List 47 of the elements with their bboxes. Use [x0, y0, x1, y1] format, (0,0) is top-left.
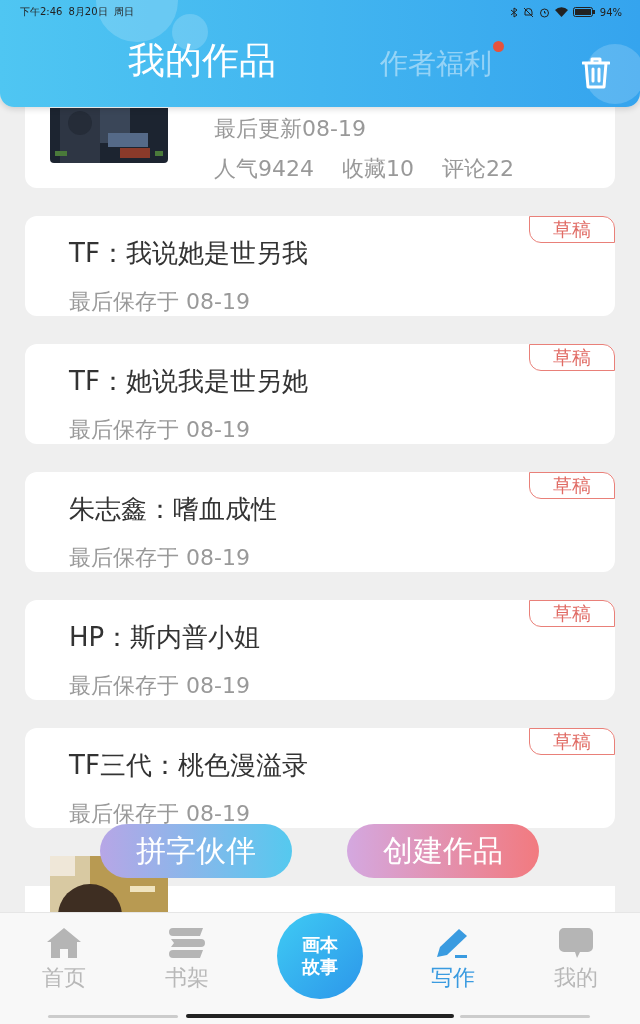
bubble-decoration: [585, 44, 640, 104]
draft-title: HP：斯内普小姐: [69, 621, 262, 654]
draft-card[interactable]: HP：斯内普小姐 最后保存于 08-19 草稿: [25, 600, 615, 700]
draft-title: 朱志鑫：嗜血成性: [69, 493, 278, 526]
draft-tag: 草稿: [529, 344, 615, 371]
draft-tag: 草稿: [529, 600, 615, 627]
draft-card[interactable]: TF三代：桃色漫溢录 最后保存于 08-19 草稿: [25, 728, 615, 828]
bluetooth-icon: [510, 6, 518, 18]
draft-tag: 草稿: [529, 472, 615, 499]
status-date: 8月20日: [68, 5, 108, 19]
nav-item[interactable]: 首页: [24, 927, 104, 993]
stat-label: 评论22: [442, 155, 514, 183]
saved-date: 最后保存于 08-19: [69, 416, 251, 444]
draft-title: TF：我说她是世另我: [69, 237, 309, 270]
books-icon: [169, 927, 205, 959]
updated-date: 最后更新08-19: [214, 115, 367, 143]
status-weekday: 周日: [113, 5, 134, 19]
bell-muted-icon: [522, 6, 534, 18]
nav-item[interactable]: 书架: [147, 927, 227, 993]
saved-date: 最后保存于 08-19: [69, 288, 251, 316]
home-icon: [46, 927, 82, 959]
saved-date: 最后保存于 08-19: [69, 672, 251, 700]
stat-label: 收藏10: [342, 155, 414, 183]
draft-title: TF三代：桃色漫溢录: [69, 749, 309, 782]
battery-level: 94%: [599, 6, 622, 18]
draft-card[interactable]: TF：我说她是世另我 最后保存于 08-19 草稿: [25, 216, 615, 316]
battery-icon: [572, 7, 595, 17]
nav-item[interactable]: 写作: [413, 927, 493, 993]
create-button[interactable]: 创建作品: [347, 824, 539, 878]
tab[interactable]: 我的作品: [128, 36, 276, 86]
draft-tag: 草稿: [529, 216, 615, 243]
draft-tag: 草稿: [529, 728, 615, 755]
trash-icon[interactable]: [582, 57, 610, 89]
nav-item[interactable]: 我的: [536, 927, 616, 993]
saved-date: 最后保存于 08-19: [69, 544, 251, 572]
draft-card[interactable]: 朱志鑫：嗜血成性 最后保存于 08-19 草稿: [25, 472, 615, 572]
stat-label: 人气9424: [214, 155, 314, 183]
work-card[interactable]: 最后更新08-19 人气9424 收藏10 评论22: [25, 107, 615, 188]
alarm-icon: [538, 6, 550, 18]
center-button[interactable]: 画本 故事: [277, 913, 363, 999]
chat-bubble-icon: [558, 927, 594, 959]
wifi-icon: [554, 7, 568, 17]
partner-button[interactable]: 拼字伙伴: [100, 824, 292, 878]
draft-title: TF：她说我是世另她: [69, 365, 309, 398]
draft-card[interactable]: TF：她说我是世另她 最后保存于 08-19 草稿: [25, 344, 615, 444]
status-time: 下午2:46: [20, 5, 63, 19]
tab[interactable]: 作者福利: [380, 45, 492, 83]
